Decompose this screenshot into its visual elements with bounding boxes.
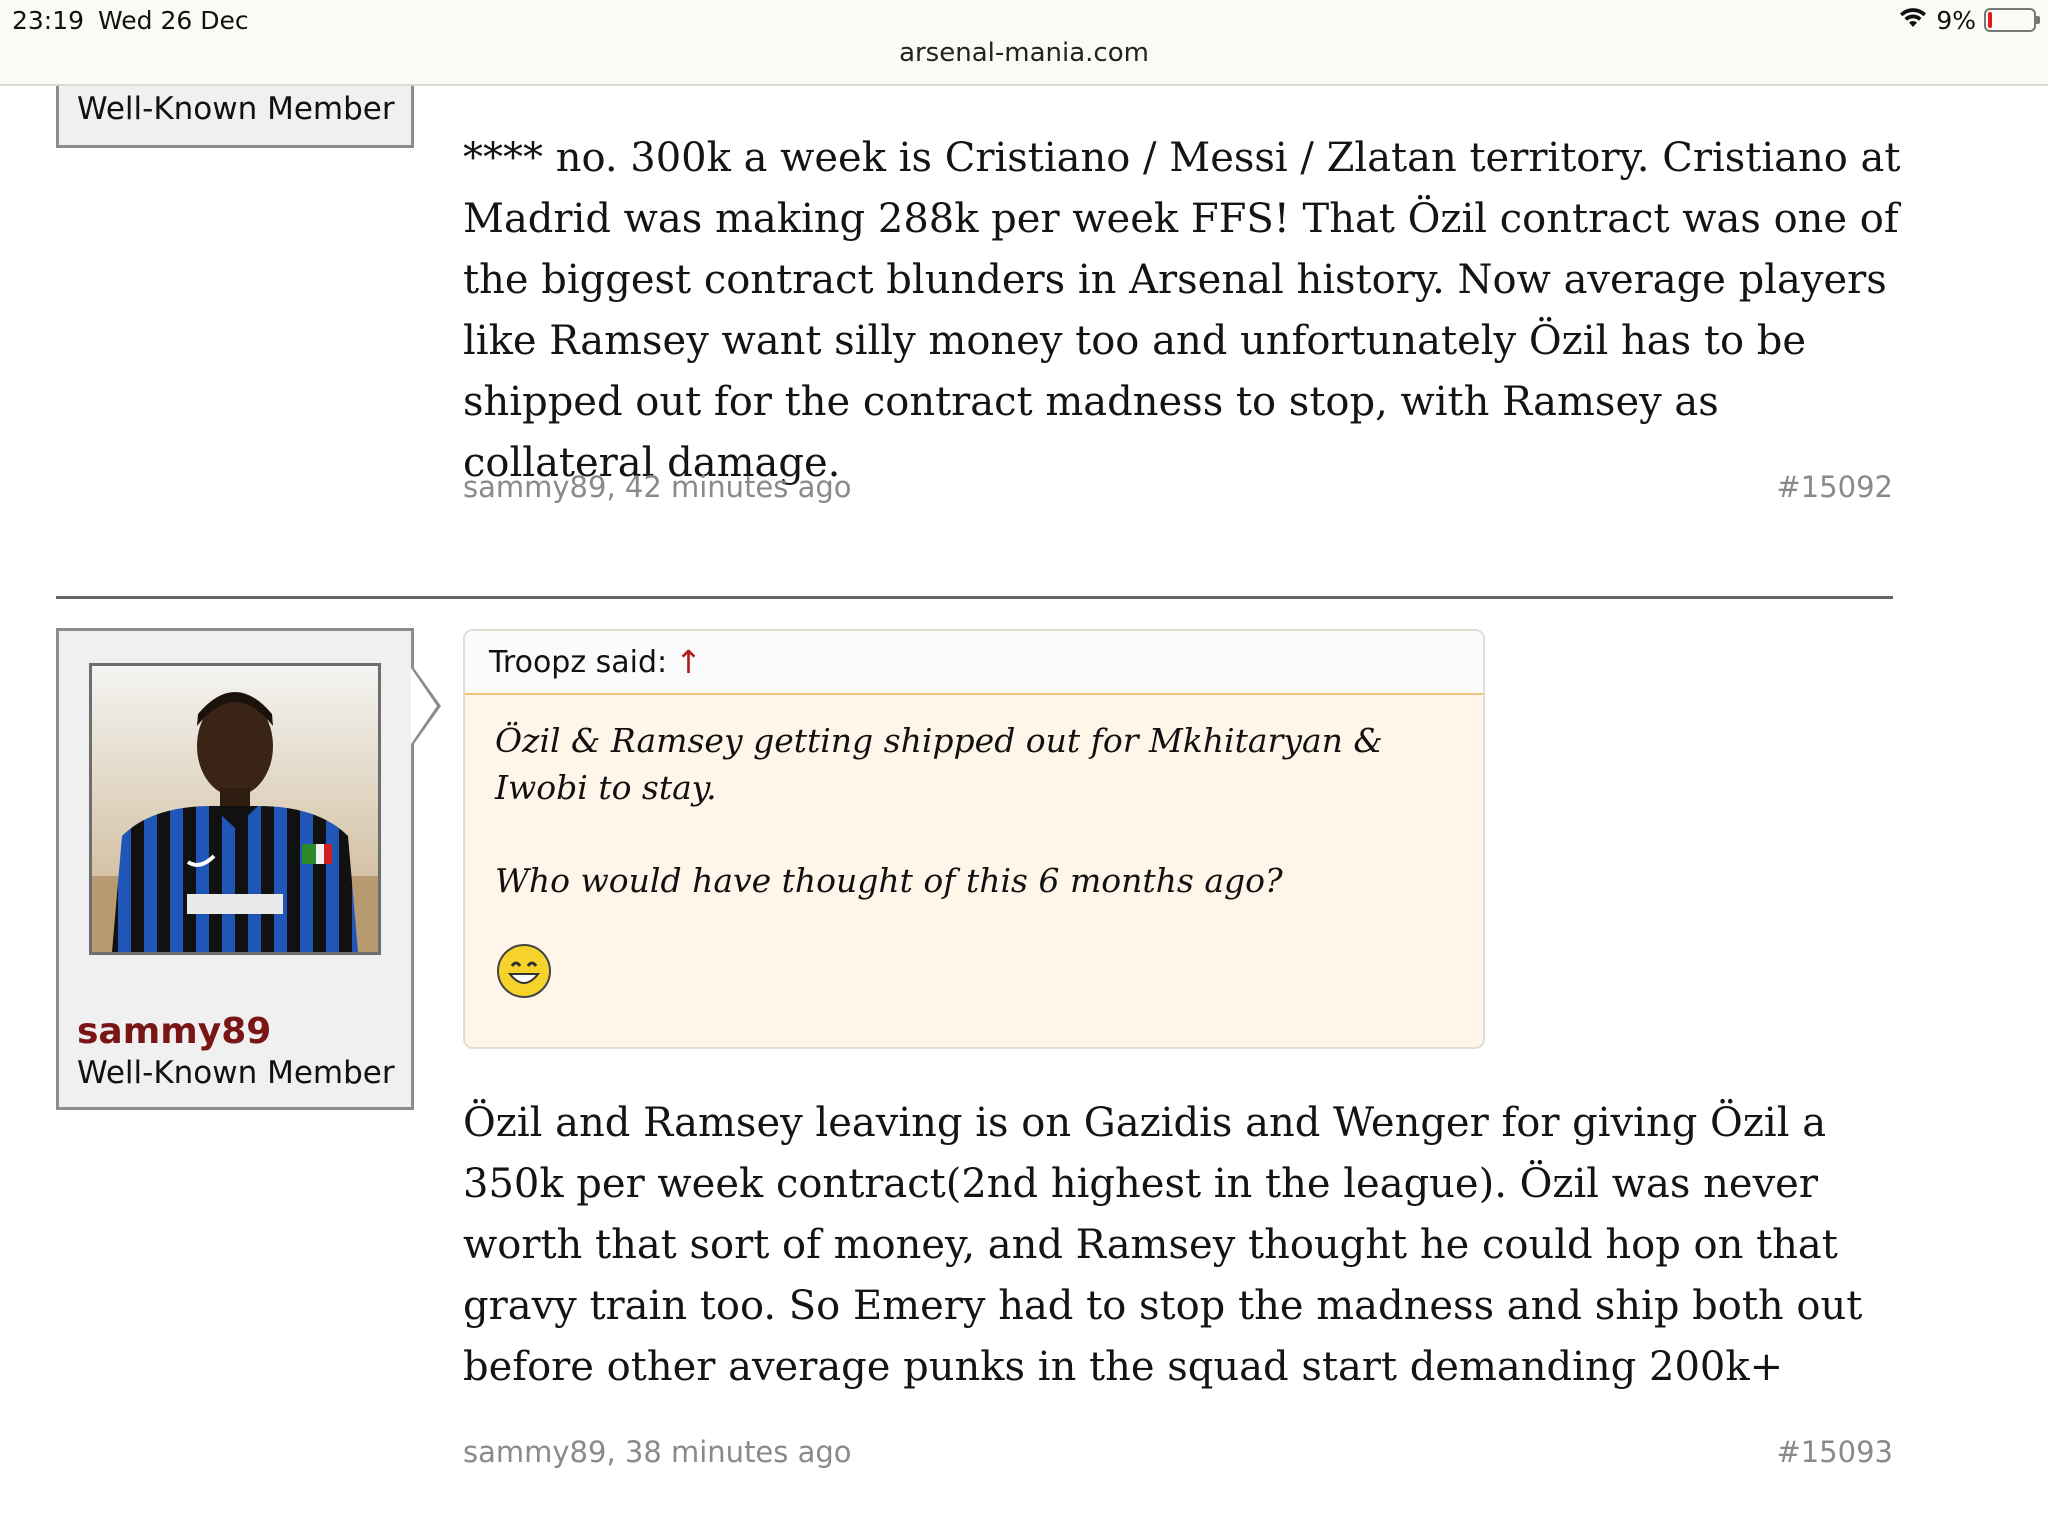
browser-status-bar: 23:19 Wed 26 Dec 9% arsenal-mania.com — [0, 0, 2048, 86]
battery-icon — [1984, 8, 2040, 32]
status-date: Wed 26 Dec — [98, 6, 249, 35]
smile-icon — [495, 942, 1453, 1012]
post-permalink[interactable]: #15093 — [1776, 1435, 1893, 1469]
user-role: Well-Known Member — [77, 1055, 395, 1091]
wifi-icon — [1898, 5, 1928, 35]
post-meta: sammy89, 38 minutes ago #15093 — [463, 1435, 1893, 1469]
username[interactable]: sammy89 — [77, 1011, 271, 1052]
url-address[interactable]: arsenal-mania.com — [0, 38, 2048, 68]
battery-percent: 9% — [1936, 5, 1976, 35]
user-role: Well-Known Member — [77, 91, 395, 127]
battery-level — [1988, 12, 1992, 28]
userbox-pointer-inner — [411, 668, 437, 744]
quote-box: Troopz said: ↑ Özil & Ramsey getting shi… — [463, 629, 1485, 1049]
status-indicators: 9% — [1898, 4, 2040, 36]
status-time: 23:19 — [12, 6, 85, 35]
post-meta: sammy89, 42 minutes ago #15092 — [463, 470, 1893, 504]
quote-author: Troopz said: — [489, 644, 668, 680]
quote-source-arrow[interactable]: ↑ — [675, 643, 702, 681]
post-author-time[interactable]: sammy89, 38 minutes ago — [463, 1435, 852, 1469]
quote-header: Troopz said: ↑ — [465, 631, 1483, 695]
quote-content: Özil & Ramsey getting shipped out for Mk… — [465, 695, 1483, 1012]
post-permalink[interactable]: #15092 — [1776, 470, 1893, 504]
avatar[interactable] — [89, 663, 381, 955]
post-author-time[interactable]: sammy89, 42 minutes ago — [463, 470, 852, 504]
post-message: Özil and Ramsey leaving is on Gazidis an… — [463, 1100, 1863, 1390]
post-message: **** no. 300k a week is Cristiano / Mess… — [463, 135, 1901, 486]
quote-line: Who would have thought of this 6 months … — [495, 861, 1283, 900]
user-info-box: sammy89 Well-Known Member — [56, 628, 414, 1110]
quote-line: Özil & Ramsey getting shipped out for Mk… — [495, 721, 1383, 807]
post-divider — [56, 596, 1893, 599]
